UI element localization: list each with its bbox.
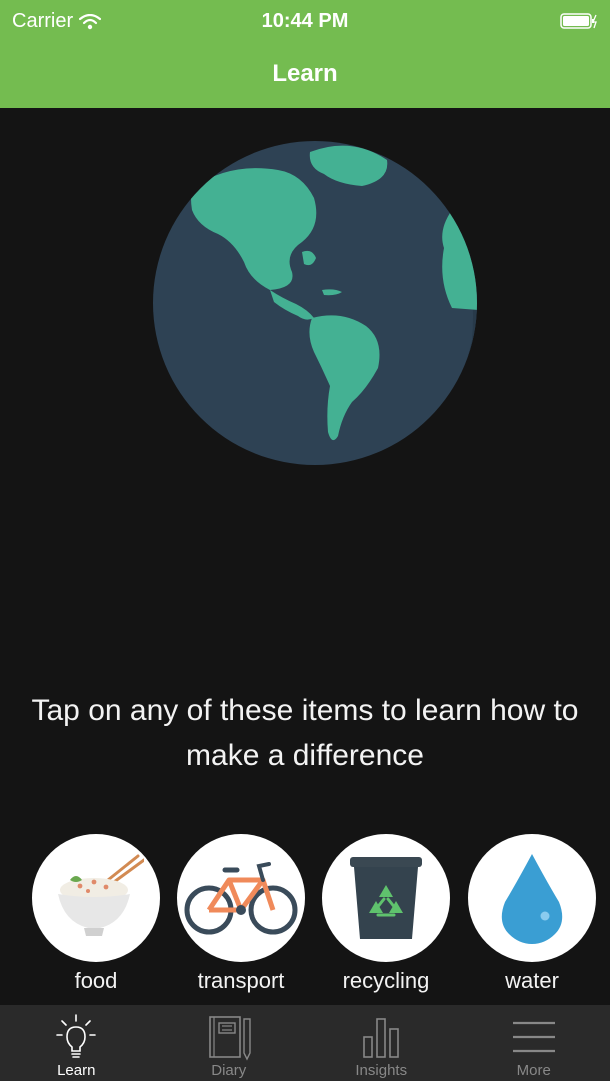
page-title: Learn (272, 60, 338, 87)
status-bar: Carrier 10:44 PM (0, 0, 610, 40)
globe-illustration (153, 141, 477, 465)
tab-learn[interactable]: Learn (0, 1005, 153, 1081)
status-time: 10:44 PM (261, 10, 349, 32)
main-content: Tap on any of these items to learn how t… (0, 108, 610, 1005)
category-label-food: food (74, 968, 118, 993)
instruction-text: Tap on any of these items to learn how t… (31, 694, 579, 772)
category-water[interactable]: water (468, 834, 596, 994)
bar-chart-icon (363, 1018, 400, 1058)
tab-bar: Learn Diary Insights More (0, 1005, 610, 1081)
tab-diary[interactable]: Diary (153, 1005, 306, 1081)
bicycle-icon (184, 862, 298, 935)
food-circle[interactable] (32, 834, 160, 962)
category-food[interactable]: food (32, 834, 160, 994)
transport-circle[interactable] (177, 834, 305, 962)
category-label-water: water (505, 968, 559, 993)
header: Carrier 10:44 PM Learn (0, 0, 610, 108)
category-label-recycling: recycling (342, 968, 430, 993)
category-recycling[interactable]: recycling (322, 834, 450, 994)
battery-icon (560, 13, 597, 29)
tab-label-diary: Diary (211, 1062, 247, 1079)
tab-label-learn: Learn (57, 1062, 96, 1079)
notebook-icon (208, 1016, 251, 1061)
category-transport[interactable]: transport (177, 834, 305, 994)
lightbulb-icon (56, 1014, 97, 1058)
tab-label-insights: Insights (355, 1062, 408, 1079)
tab-more[interactable]: More (458, 1005, 610, 1081)
tab-insights[interactable]: Insights (305, 1005, 458, 1081)
rice-bowl-icon (58, 854, 144, 936)
recycling-bin-icon (350, 857, 422, 939)
menu-icon (512, 1021, 555, 1053)
recycling-circle[interactable] (322, 834, 450, 962)
tab-label-more: More (516, 1062, 551, 1079)
category-label-transport: transport (197, 968, 285, 993)
water-circle[interactable] (468, 834, 596, 962)
water-drop-icon (501, 854, 563, 944)
